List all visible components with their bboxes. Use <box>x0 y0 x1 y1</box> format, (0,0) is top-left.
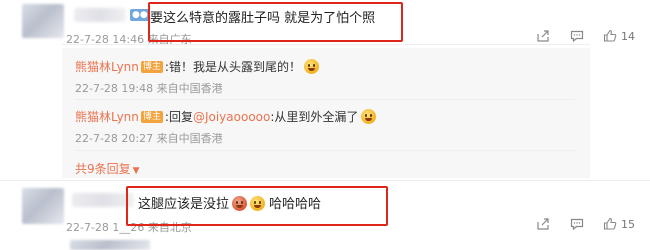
laugh-emoji-icon <box>303 59 319 74</box>
like-button[interactable]: 14 <box>603 29 635 43</box>
reply-item: 熊猫林Lynn 博主:回复@Joiyaooooo:从里到外全漏了 <box>75 108 377 125</box>
username-blurred[interactable] <box>72 193 134 207</box>
reply-time: 22-7-28 20:27 来自中国香港 <box>75 132 223 145</box>
comment-icon <box>570 218 584 231</box>
divider <box>75 150 575 151</box>
comment-icon <box>570 30 584 43</box>
comment-button[interactable] <box>570 29 584 43</box>
divider <box>0 180 650 181</box>
like-button[interactable]: 15 <box>603 217 635 231</box>
like-count: 15 <box>621 217 635 231</box>
blogger-badge: 博主 <box>140 61 163 73</box>
chevron-down-icon: ▼ <box>132 166 140 176</box>
like-icon <box>603 217 617 230</box>
avatar[interactable] <box>22 4 64 38</box>
blogger-badge: 博主 <box>140 111 163 123</box>
divider <box>75 99 575 100</box>
share-button[interactable] <box>536 29 550 43</box>
share-button[interactable] <box>536 217 550 231</box>
username-blurred[interactable] <box>74 8 126 22</box>
highlight-box <box>148 2 403 42</box>
reply-item: 熊猫林Lynn 博主:错！我是从头露到尾的！ <box>75 58 319 75</box>
user-badge-icon: ●● <box>130 9 150 21</box>
divider <box>62 44 590 45</box>
highlight-box <box>126 186 388 226</box>
share-icon <box>537 30 549 42</box>
avatar <box>70 240 150 250</box>
like-count: 14 <box>621 29 635 43</box>
comment-button[interactable] <box>570 217 584 231</box>
laugh-emoji-icon <box>361 109 377 124</box>
like-icon <box>603 29 617 42</box>
reply-time: 22-7-28 19:48 来自中国香港 <box>75 82 223 95</box>
reply-text: :从里到外全漏了 <box>270 110 359 124</box>
reply-text: :错！我是从头露到尾的！ <box>164 60 301 74</box>
reply-username[interactable]: 熊猫林Lynn <box>75 110 139 124</box>
reply-prefix: :回复 <box>164 110 193 124</box>
share-icon <box>537 218 549 230</box>
more-replies-link[interactable]: 共9条回复 ▼ <box>75 160 140 177</box>
avatar[interactable] <box>22 188 64 224</box>
mention-link[interactable]: @Joiyaooooo <box>193 110 270 124</box>
reply-username[interactable]: 熊猫林Lynn <box>75 60 139 74</box>
